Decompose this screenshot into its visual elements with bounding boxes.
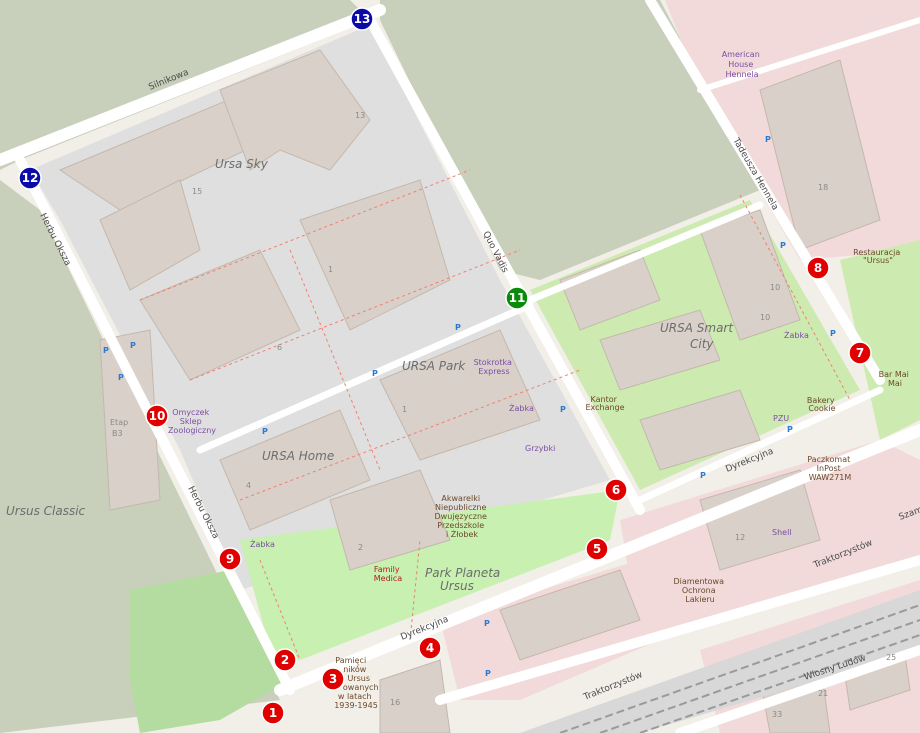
area-label-city: City (690, 337, 714, 351)
area-label-ursa-park: URSA Park (402, 359, 466, 373)
marker-13[interactable]: 13 (350, 7, 374, 31)
marker-4[interactable]: 4 (418, 636, 442, 660)
parking-icon: P (484, 619, 490, 628)
marker-number: 1 (269, 706, 277, 720)
marker-number: 2 (281, 653, 289, 667)
building-number-2: 2 (358, 543, 363, 552)
area-label-park-planeta: Park Planeta (425, 566, 500, 580)
parking-icon: P (780, 241, 786, 250)
marker-12[interactable]: 12 (18, 166, 42, 190)
poi-zabka-mid[interactable]: Żabka (509, 403, 534, 413)
building-number-33: 33 (772, 710, 782, 719)
parking-icon: P (485, 669, 491, 678)
building-number-25: 25 (886, 653, 896, 662)
marker-number: 12 (22, 171, 39, 185)
poi-grzybki[interactable]: Grzybki (525, 444, 555, 453)
area-label-etap: Etap (110, 418, 128, 427)
marker-number: 11 (509, 291, 526, 305)
marker-number: 5 (593, 542, 601, 556)
poi-bakery-cookie[interactable]: Bakery Cookie (807, 396, 837, 413)
parking-icon: P (455, 323, 461, 332)
building-number-21: 21 (818, 689, 828, 698)
building-number-4: 4 (246, 481, 251, 490)
parking-icon: P (130, 341, 136, 350)
marker-2[interactable]: 2 (273, 648, 297, 672)
building-number-10a: 10 (770, 283, 780, 292)
poi-kantor-exchange[interactable]: Kantor Exchange (585, 395, 624, 412)
building-number-12: 12 (735, 533, 745, 542)
parking-icon: P (787, 425, 793, 434)
area-label-ursa-sky: Ursa Sky (215, 157, 269, 171)
building-number-18: 18 (818, 183, 828, 192)
marker-number: 4 (426, 641, 434, 655)
poi-family-medica[interactable]: Family Medica (374, 565, 403, 583)
area-label-ursa-smart: URSA Smart (660, 321, 734, 335)
marker-number: 6 (612, 483, 620, 497)
building-number-16: 16 (390, 698, 400, 707)
area-label-ursus-classic: Ursus Classic (6, 504, 86, 518)
parking-icon: P (262, 427, 268, 436)
poi-zabka-right[interactable]: Żabka (784, 330, 809, 340)
marker-5[interactable]: 5 (585, 537, 609, 561)
area-label-ursus: Ursus (440, 579, 474, 593)
parking-icon: P (700, 471, 706, 480)
marker-number: 8 (814, 261, 822, 275)
poi-pzu[interactable]: PZU (773, 414, 789, 423)
poi-shell[interactable]: Shell (772, 528, 792, 537)
building-number-15: 15 (192, 187, 202, 196)
building-number-1b: 1 (402, 405, 407, 414)
marker-11[interactable]: 11 (505, 286, 529, 310)
map-canvas[interactable]: Ursa Sky URSA Park URSA Home URSA Smart … (0, 0, 920, 733)
marker-10[interactable]: 10 (145, 404, 169, 428)
parking-icon: P (372, 369, 378, 378)
parking-icon: P (765, 135, 771, 144)
marker-9[interactable]: 9 (218, 547, 242, 571)
building-number-10b: 10 (760, 313, 770, 322)
area-label-b3: B3 (112, 429, 123, 438)
area-label-ursa-home: URSA Home (262, 449, 334, 463)
parking-icon: P (560, 405, 566, 414)
marker-6[interactable]: 6 (604, 478, 628, 502)
marker-number: 7 (856, 346, 864, 360)
parking-icon: P (118, 373, 124, 382)
parking-icon: P (103, 346, 109, 355)
marker-number: 9 (226, 552, 234, 566)
building-number-13: 13 (355, 111, 365, 120)
building-number-1a: 1 (328, 265, 333, 274)
marker-8[interactable]: 8 (806, 256, 830, 280)
marker-number: 3 (329, 672, 337, 686)
marker-number: 13 (354, 12, 371, 26)
poi-stokrotka-express[interactable]: Stokrotka Express (474, 358, 515, 376)
building-number-6: 6 (277, 343, 282, 352)
marker-number: 10 (149, 409, 166, 423)
poi-zabka-left[interactable]: Żabka (250, 539, 275, 549)
parking-icon: P (830, 329, 836, 338)
marker-3[interactable]: 3 (321, 667, 345, 691)
marker-7[interactable]: 7 (848, 341, 872, 365)
marker-1[interactable]: 1 (261, 701, 285, 725)
